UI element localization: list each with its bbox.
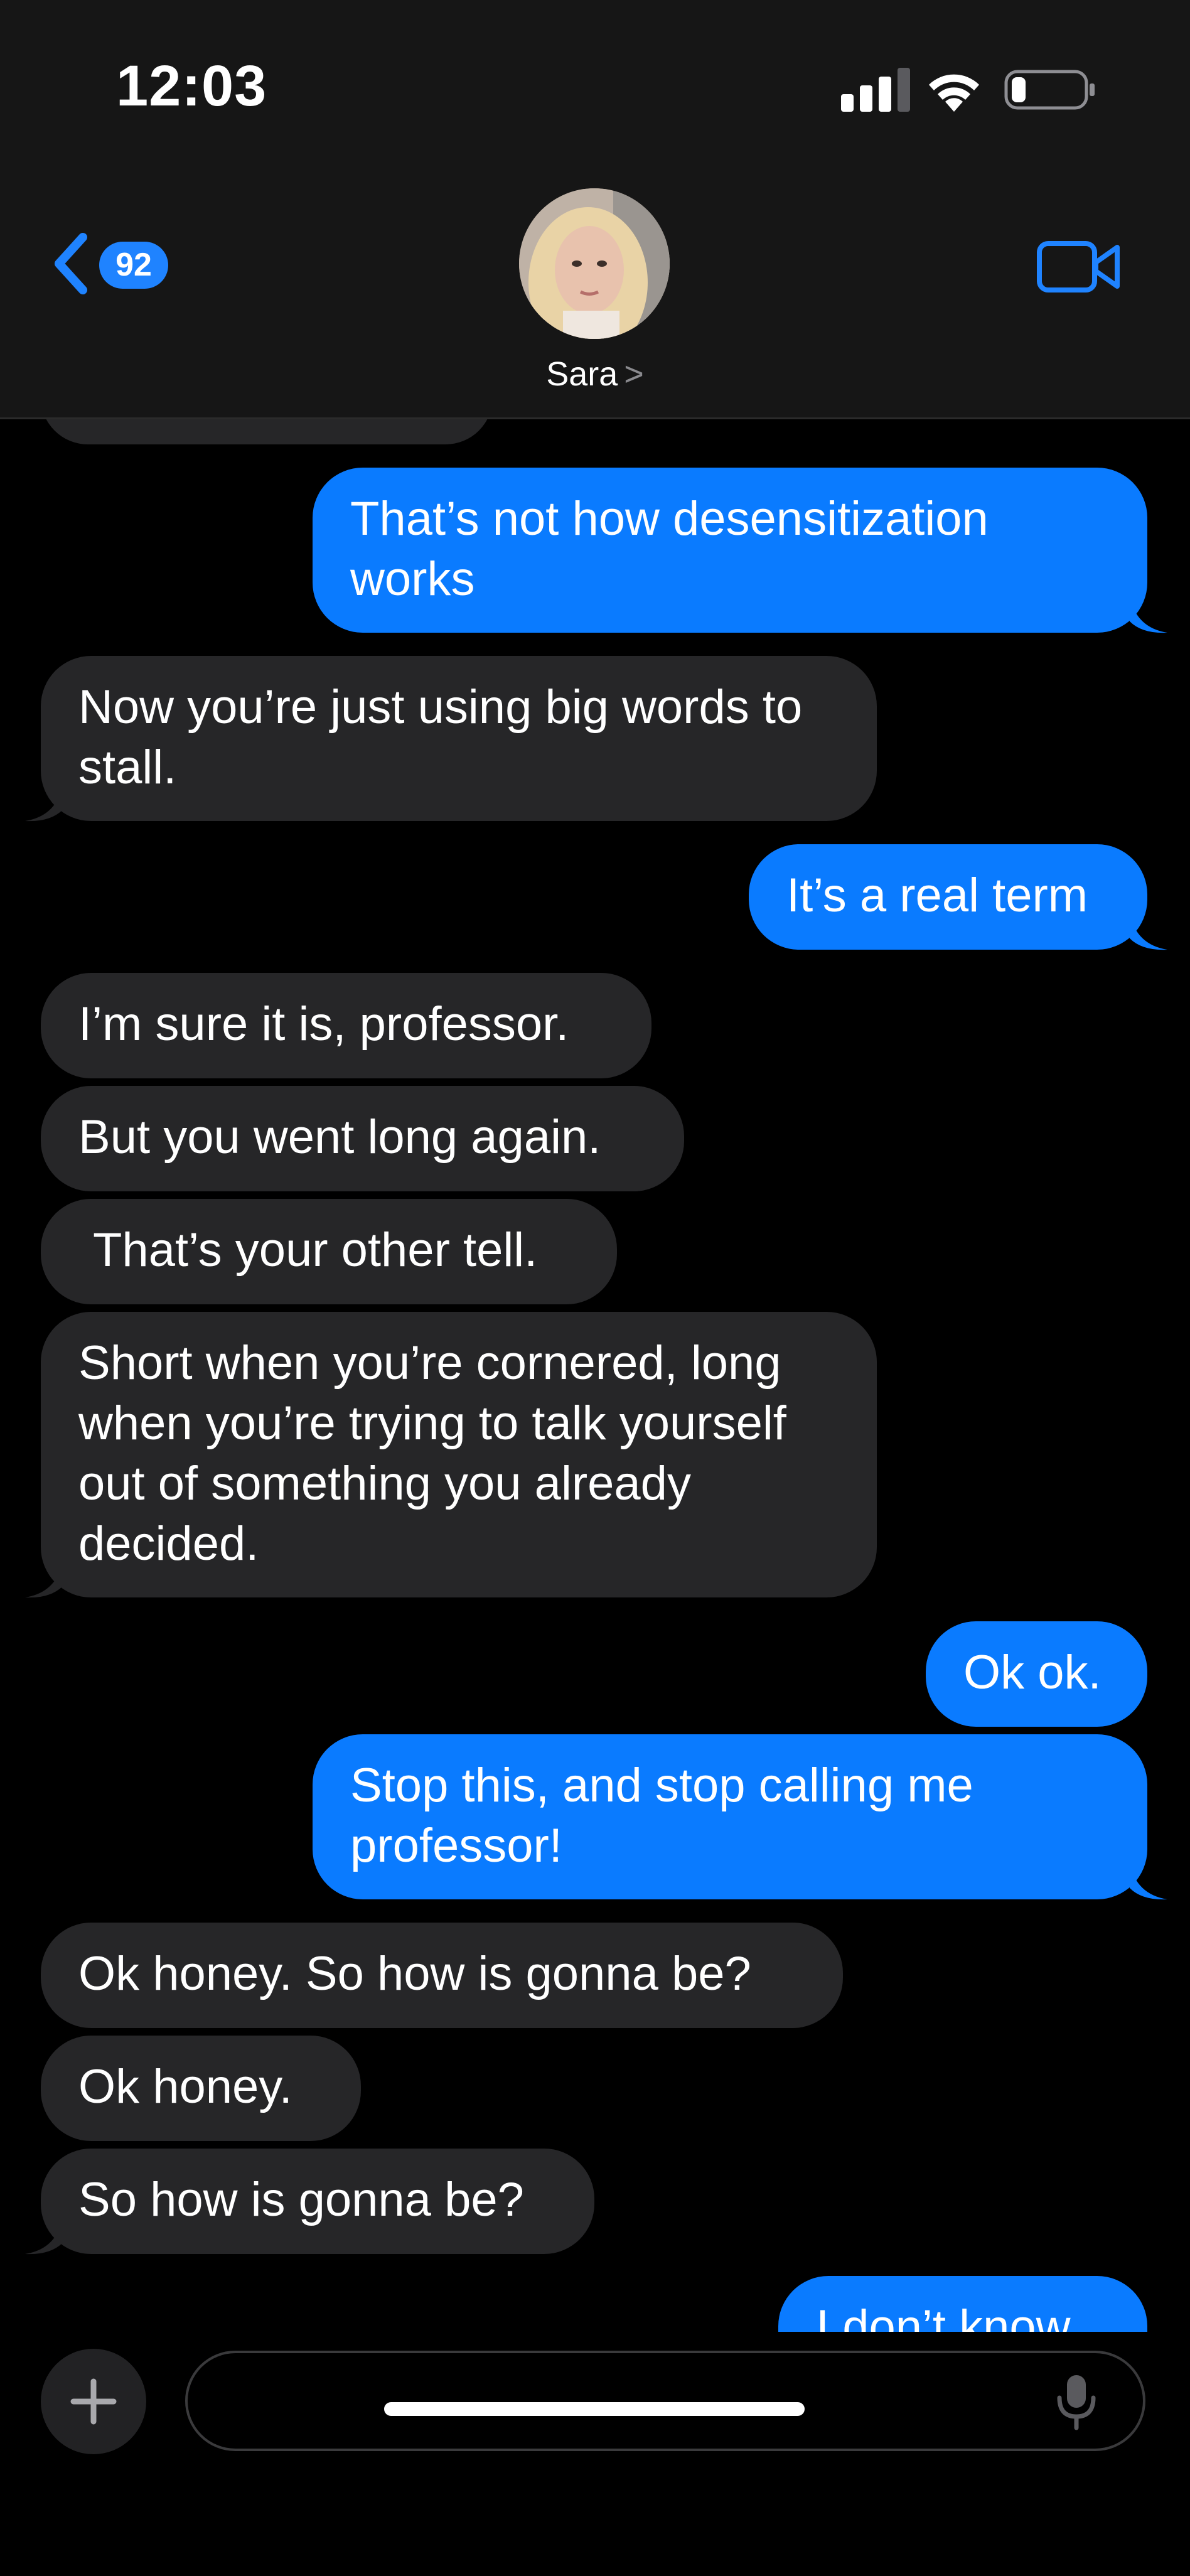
bubble-tail <box>25 2218 63 2255</box>
message-bubble-received[interactable]: Short when you’re cornered, long when yo… <box>41 1312 877 1597</box>
message-text: Ok ok. <box>963 1646 1102 1699</box>
message-text: But you went long again. <box>78 1110 601 1164</box>
add-attachment-button[interactable] <box>41 2349 146 2454</box>
wifi-icon <box>929 74 979 112</box>
message-text: Ok honey. <box>78 2060 292 2113</box>
bubble-tail <box>25 785 63 822</box>
message-text: Ok honey. So how is gonna be? <box>78 1947 751 2000</box>
home-indicator[interactable] <box>384 2402 805 2416</box>
message-text: So how is gonna be? <box>78 2173 524 2226</box>
conversation-header: 12:03 92 Sara > <box>0 0 1190 419</box>
message-bubble-received[interactable]: Ok honey. So how is gonna be? <box>41 1923 843 2028</box>
message-text: I don’t know <box>816 2300 1071 2332</box>
message-bubble-sent[interactable]: I don’t know <box>778 2276 1147 2332</box>
contact-name-label: Sara <box>546 355 618 393</box>
avatar-photo <box>519 188 670 339</box>
cellular-signal-icon <box>841 68 911 112</box>
bubble-tail <box>1130 913 1167 950</box>
message-bubble-sent[interactable]: Stop this, and stop calling me professor… <box>313 1734 1147 1899</box>
chevron-right-icon: > <box>624 355 644 393</box>
battery-icon <box>1004 70 1095 110</box>
message-bubble-sent[interactable]: Ok ok. <box>926 1621 1147 1727</box>
message-bubble-received[interactable]: That’s your other tell. <box>41 1199 617 1304</box>
message-text: Stop this, and stop calling me professor… <box>350 1759 973 1872</box>
plus-icon <box>70 2378 117 2425</box>
chevron-left-icon <box>55 233 87 294</box>
contact-name[interactable]: Sara > <box>0 355 1190 394</box>
message-bubble-received[interactable]: But you went long again. <box>41 1086 684 1191</box>
back-button[interactable]: 92 <box>44 226 176 301</box>
video-call-button[interactable] <box>1036 239 1123 295</box>
unread-count-badge: 92 <box>99 242 168 289</box>
message-bubble-received-partial <box>41 419 493 444</box>
message-text: Now you’re just using big words to stall… <box>78 680 803 794</box>
message-input[interactable] <box>185 2351 1145 2451</box>
contact-avatar[interactable] <box>519 188 670 339</box>
message-bubble-received[interactable]: So how is gonna be? <box>41 2149 594 2254</box>
message-bubble-sent[interactable]: That’s not how desensitization works <box>313 468 1147 633</box>
message-text: I’m sure it is, professor. <box>78 997 569 1051</box>
video-camera-icon <box>1037 241 1120 292</box>
message-bubble-sent[interactable]: It’s a real term <box>749 844 1147 950</box>
message-text: That’s your other tell. <box>93 1223 538 1277</box>
message-bubble-received[interactable]: I’m sure it is, professor. <box>41 973 651 1078</box>
bubble-tail <box>1130 1863 1167 1900</box>
bubble-tail <box>25 1561 63 1598</box>
message-bubble-received[interactable]: Now you’re just using big words to stall… <box>41 656 877 821</box>
microphone-icon[interactable] <box>1054 2373 1098 2430</box>
compose-bar <box>0 2332 1190 2576</box>
message-bubble-received[interactable]: Ok honey. <box>41 2036 361 2141</box>
message-text: It’s a real term <box>786 869 1088 922</box>
message-text: That’s not how desensitization works <box>350 492 989 606</box>
bubble-tail <box>1130 596 1167 633</box>
message-text: Short when you’re cornered, long when yo… <box>78 1336 786 1570</box>
status-time: 12:03 <box>116 54 267 118</box>
message-thread[interactable]: That’s not how desensitization works Now… <box>0 419 1190 2332</box>
